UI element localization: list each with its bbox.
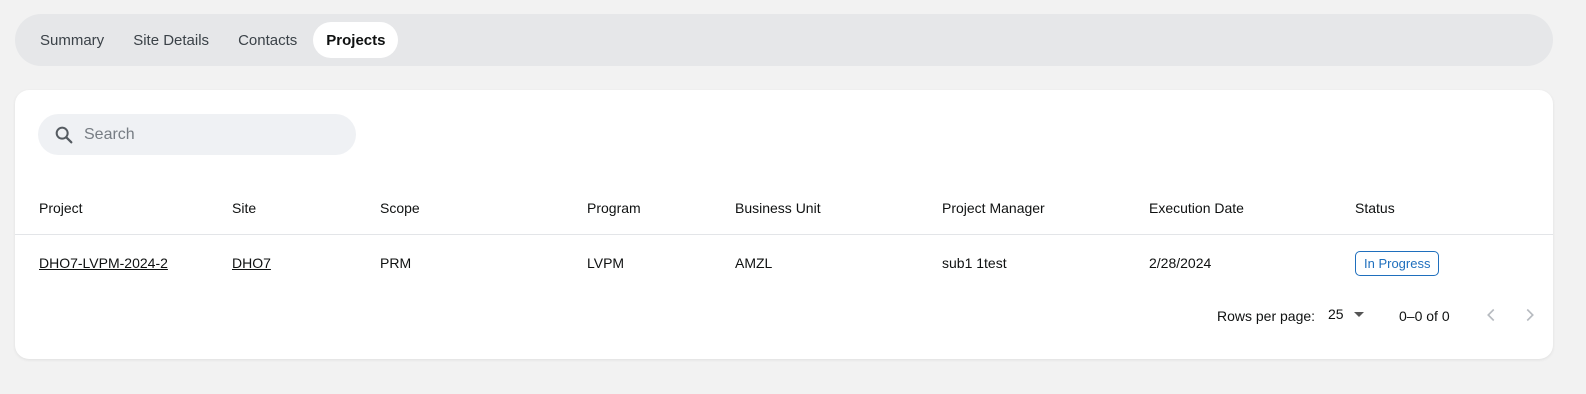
tab-projects[interactable]: Projects bbox=[313, 22, 399, 58]
tab-site-details[interactable]: Site Details bbox=[120, 22, 222, 58]
projects-table: Project Site Scope Program Business Unit… bbox=[15, 182, 1553, 287]
column-header-project-manager[interactable]: Project Manager bbox=[942, 182, 1045, 234]
column-header-business-unit[interactable]: Business Unit bbox=[735, 182, 821, 234]
column-header-site[interactable]: Site bbox=[232, 182, 256, 234]
program-cell: LVPM bbox=[587, 255, 625, 271]
project-manager-cell: sub1 1test bbox=[942, 255, 1007, 271]
search-icon bbox=[55, 126, 73, 143]
execution-date-cell: 2/28/2024 bbox=[1149, 255, 1212, 271]
scope-cell: PRM bbox=[380, 255, 412, 271]
status-badge[interactable]: In Progress bbox=[1355, 250, 1440, 276]
rows-per-page-value: 25 bbox=[1328, 306, 1344, 322]
projects-card: Project Site Scope Program Business Unit… bbox=[15, 90, 1553, 359]
pagination-range: 0–0 of 0 bbox=[1399, 308, 1450, 324]
project-link[interactable]: DHO7-LVPM-2024-2 bbox=[39, 237, 168, 289]
table-header-row: Project Site Scope Program Business Unit… bbox=[15, 182, 1553, 235]
chevron-right-icon[interactable] bbox=[1519, 304, 1541, 326]
column-header-status[interactable]: Status bbox=[1355, 182, 1395, 234]
rows-per-page-label: Rows per page: bbox=[1217, 308, 1316, 324]
pagination: Rows per page: 25 0–0 of 0 bbox=[15, 300, 1553, 332]
rows-per-page-select[interactable]: 25 bbox=[1328, 306, 1364, 322]
tab-summary[interactable]: Summary bbox=[27, 22, 117, 58]
search-box[interactable] bbox=[38, 114, 356, 155]
column-header-project[interactable]: Project bbox=[39, 182, 83, 234]
site-link[interactable]: DHO7 bbox=[232, 237, 271, 289]
status-cell: In Progress bbox=[1355, 237, 1440, 289]
column-header-execution-date[interactable]: Execution Date bbox=[1149, 182, 1244, 234]
search-input[interactable] bbox=[84, 125, 344, 144]
chevron-left-icon[interactable] bbox=[1480, 304, 1502, 326]
column-header-program[interactable]: Program bbox=[587, 182, 641, 234]
tab-bar: Summary Site Details Contacts Projects bbox=[15, 14, 1553, 66]
tab-contacts[interactable]: Contacts bbox=[225, 22, 310, 58]
caret-down-icon bbox=[1353, 311, 1364, 317]
column-header-scope[interactable]: Scope bbox=[380, 182, 420, 234]
table-row: DHO7-LVPM-2024-2 DHO7 PRM LVPM AMZL sub1… bbox=[15, 235, 1553, 287]
business-unit-cell: AMZL bbox=[735, 255, 773, 271]
